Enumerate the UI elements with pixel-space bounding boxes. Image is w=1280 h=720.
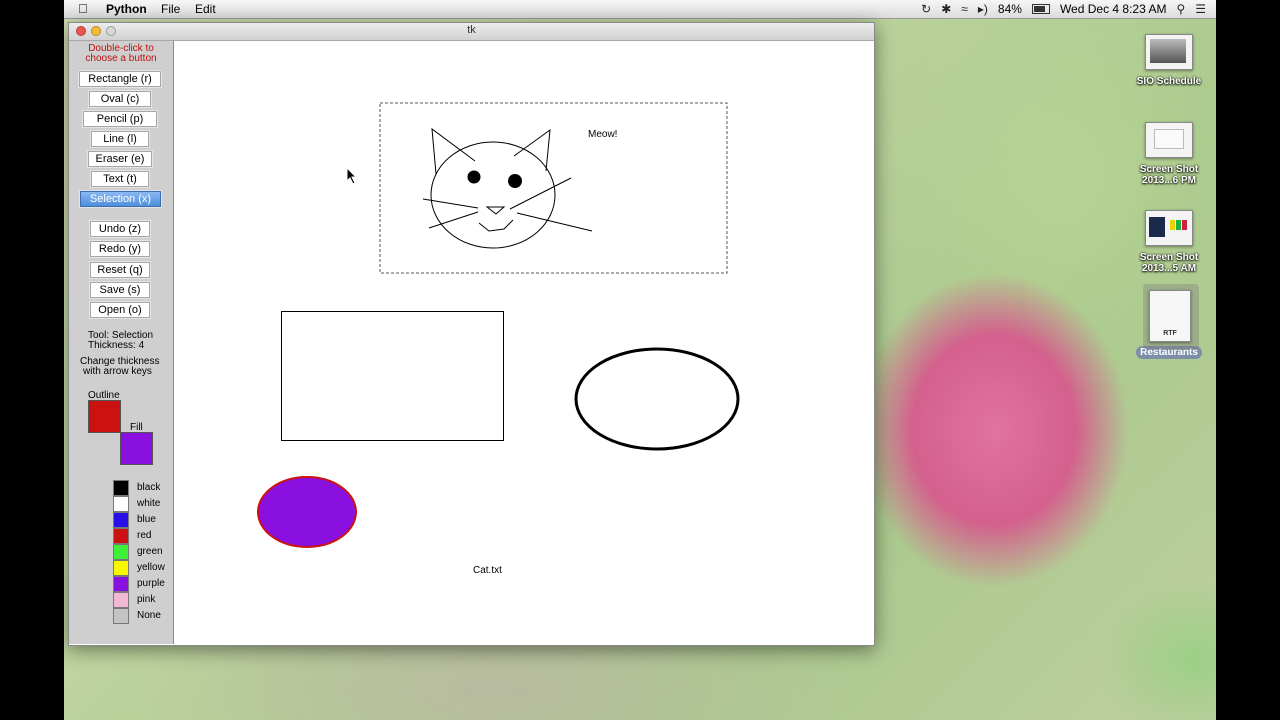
battery-icon[interactable] — [1031, 4, 1050, 14]
cat-nose — [485, 206, 506, 215]
window-titlebar[interactable]: tk — [69, 23, 874, 41]
cat-mouth — [478, 219, 514, 232]
save-button[interactable]: Save (s) — [90, 282, 150, 298]
palette-black-label[interactable]: black — [137, 480, 160, 496]
spotlight-search-icon[interactable]: ⚲ — [1176, 2, 1185, 16]
palette-yellow-swatch[interactable] — [113, 560, 129, 576]
palette-none-swatch[interactable] — [113, 608, 129, 624]
desktop-icon-label: Screen Shot 2013...5 AM — [1139, 252, 1199, 274]
palette-blue-swatch[interactable] — [113, 512, 129, 528]
desktop-icon-sio-schedule[interactable]: SIO Schedule — [1127, 34, 1211, 87]
cat-whisker — [516, 212, 593, 232]
mouse-cursor-icon — [346, 167, 358, 185]
redo-button[interactable]: Redo (y) — [90, 241, 150, 257]
outline-color-swatch — [88, 400, 121, 433]
cat-whisker — [428, 211, 479, 229]
letterbox-right — [1216, 0, 1280, 720]
palette-blue-label[interactable]: blue — [137, 512, 156, 528]
palette-pink-swatch[interactable] — [113, 592, 129, 608]
menu-file[interactable]: File — [161, 2, 180, 16]
wifi-icon[interactable]: ≈ — [961, 2, 968, 16]
eraser-tool-button[interactable]: Eraser (e) — [88, 151, 152, 167]
letterbox-left — [0, 0, 64, 720]
bluetooth-icon[interactable]: ✱ — [941, 2, 951, 16]
open-button[interactable]: Open (o) — [90, 302, 150, 318]
desktop-icon-screenshot-1[interactable]: Screen Shot 2013...6 PM — [1127, 122, 1211, 186]
cat-head — [430, 141, 556, 249]
palette-green-swatch[interactable] — [113, 544, 129, 560]
fill-color-swatch — [120, 432, 153, 465]
screenshot-thumbnail-icon — [1145, 210, 1193, 246]
palette-black-swatch[interactable] — [113, 480, 129, 496]
desktop-icon-screenshot-2[interactable]: Screen Shot 2013...5 AM — [1127, 210, 1211, 274]
oval-tool-button[interactable]: Oval (c) — [89, 91, 151, 107]
rectangle-tool-button[interactable]: Rectangle (r) — [79, 71, 161, 87]
palette-green-label[interactable]: green — [137, 544, 163, 560]
screenshot-thumbnail-icon — [1145, 122, 1193, 158]
palette-white-swatch[interactable] — [113, 496, 129, 512]
rectangle-shape[interactable] — [281, 311, 504, 441]
palette-red-label[interactable]: red — [137, 528, 151, 544]
meow-text[interactable]: Meow! — [588, 129, 617, 140]
apple-menu-icon[interactable]:  — [78, 1, 88, 16]
purple-oval-shape[interactable] — [257, 476, 357, 548]
desktop-icon-label: Screen Shot 2013...6 PM — [1139, 164, 1199, 186]
notification-center-icon[interactable]: ☰ — [1195, 2, 1206, 16]
desktop-icon-restaurants[interactable]: RTF Restaurants — [1127, 284, 1211, 360]
line-tool-button[interactable]: Line (l) — [91, 131, 149, 147]
palette-red-swatch[interactable] — [113, 528, 129, 544]
cat-left-eye — [467, 170, 481, 184]
pencil-tool-button[interactable]: Pencil (p) — [83, 111, 157, 127]
cat-drawing[interactable] — [422, 127, 593, 249]
palette-pink-label[interactable]: pink — [137, 592, 155, 608]
battery-percent[interactable]: 84% — [998, 2, 1022, 16]
cat-left-ear — [431, 127, 476, 175]
menu-app-name[interactable]: Python — [106, 2, 147, 16]
clock[interactable]: Wed Dec 4 8:23 AM — [1060, 2, 1167, 16]
reset-button[interactable]: Reset (q) — [90, 262, 150, 278]
volume-icon[interactable]: ▸) — [978, 2, 988, 16]
drawing-canvas[interactable]: Meow! Cat.txt — [174, 41, 873, 644]
palette-none-label[interactable]: None — [137, 608, 161, 624]
tool-panel: Double-click to choose a button Rectangl… — [69, 41, 174, 644]
panel-hint: Double-click to choose a button — [85, 43, 157, 64]
palette-purple-label[interactable]: purple — [137, 576, 165, 592]
oval-shape[interactable] — [574, 347, 740, 451]
undo-button[interactable]: Undo (z) — [90, 221, 150, 237]
desktop-icon-label: SIO Schedule — [1136, 76, 1202, 87]
cat-txt-text[interactable]: Cat.txt — [473, 565, 502, 576]
thickness-status: Thickness: 4 — [88, 340, 145, 351]
text-tool-button[interactable]: Text (t) — [91, 171, 149, 187]
palette-yellow-label[interactable]: yellow — [137, 560, 165, 576]
rtf-document-icon: RTF — [1149, 290, 1191, 342]
menu-extras: ↻ ✱ ≈ ▸) 84% Wed Dec 4 8:23 AM ⚲ ☰ — [921, 2, 1206, 16]
sio-schedule-thumbnail-icon — [1145, 34, 1193, 70]
thickness-hint-line2: with arrow keys — [83, 366, 152, 377]
time-machine-icon[interactable]: ↻ — [921, 2, 931, 16]
menu-edit[interactable]: Edit — [195, 2, 216, 16]
tk-window: tk Double-click to choose a button Recta… — [68, 22, 875, 646]
cat-right-eye — [508, 174, 522, 188]
selection-tool-button[interactable]: Selection (x) — [80, 191, 161, 207]
palette-purple-swatch[interactable] — [113, 576, 129, 592]
palette-white-label[interactable]: white — [137, 496, 160, 512]
window-title: tk — [467, 24, 476, 36]
menu-bar:  Python File Edit ↻ ✱ ≈ ▸) 84% Wed Dec … — [64, 0, 1216, 19]
